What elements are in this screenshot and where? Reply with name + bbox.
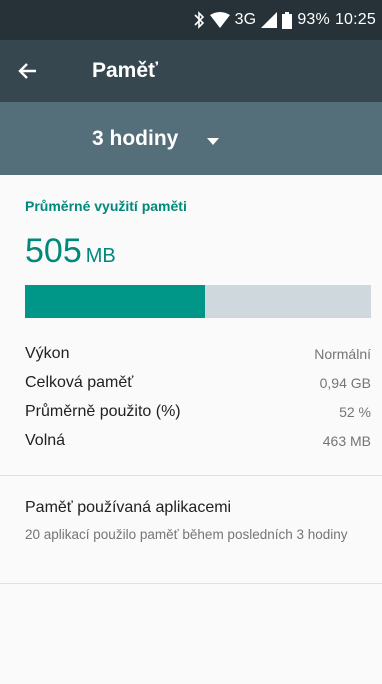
stat-value: Normální (314, 346, 371, 362)
apps-memory-item[interactable]: Paměť používaná aplikacemi 20 aplikací p… (0, 483, 382, 583)
memory-usage-bar (25, 285, 371, 318)
stat-row-average-used: Průměrně použito (%) 52 % (25, 400, 371, 424)
status-icons: 3G 93% 10:25 (193, 0, 376, 40)
status-bar: 3G 93% 10:25 (0, 0, 382, 40)
stat-label: Celková paměť (25, 374, 134, 391)
memory-unit: MB (85, 245, 116, 267)
battery-percent: 93% (297, 11, 330, 28)
stat-value: 463 MB (322, 433, 371, 449)
stat-row-total-memory: Celková paměť 0,94 GB (25, 371, 371, 395)
bluetooth-icon (193, 11, 205, 29)
battery-icon (282, 11, 293, 29)
app-bar: Paměť (0, 40, 382, 102)
page-title: Paměť (92, 59, 159, 82)
memory-section-title: Průměrné využití paměti (25, 198, 187, 214)
clock: 10:25 (334, 11, 376, 28)
apps-memory-subtitle: 20 aplikací použilo paměť během poslední… (25, 527, 348, 542)
signal-icon (261, 12, 278, 28)
stat-value: 52 % (339, 404, 371, 420)
stat-label: Volná (25, 432, 66, 449)
stat-value: 0,94 GB (319, 375, 371, 391)
network-type: 3G (234, 11, 257, 28)
arrow-back-icon[interactable] (14, 57, 42, 85)
stat-row-free: Volná 463 MB (25, 429, 371, 453)
divider (0, 583, 382, 584)
memory-number: 505 (25, 232, 82, 270)
wifi-icon (209, 12, 230, 28)
stat-label: Průměrně použito (%) (25, 403, 181, 420)
divider (0, 475, 382, 476)
memory-average-value: 505 MB (25, 232, 116, 271)
dropdown-arrow-icon (207, 133, 219, 151)
time-range-dropdown[interactable]: 3 hodiny (0, 102, 382, 175)
time-range-value: 3 hodiny (92, 127, 179, 150)
apps-memory-title: Paměť používaná aplikacemi (25, 499, 232, 516)
stat-label: Výkon (25, 345, 70, 362)
memory-usage-fill (25, 285, 205, 318)
stat-row-performance: Výkon Normální (25, 342, 371, 366)
